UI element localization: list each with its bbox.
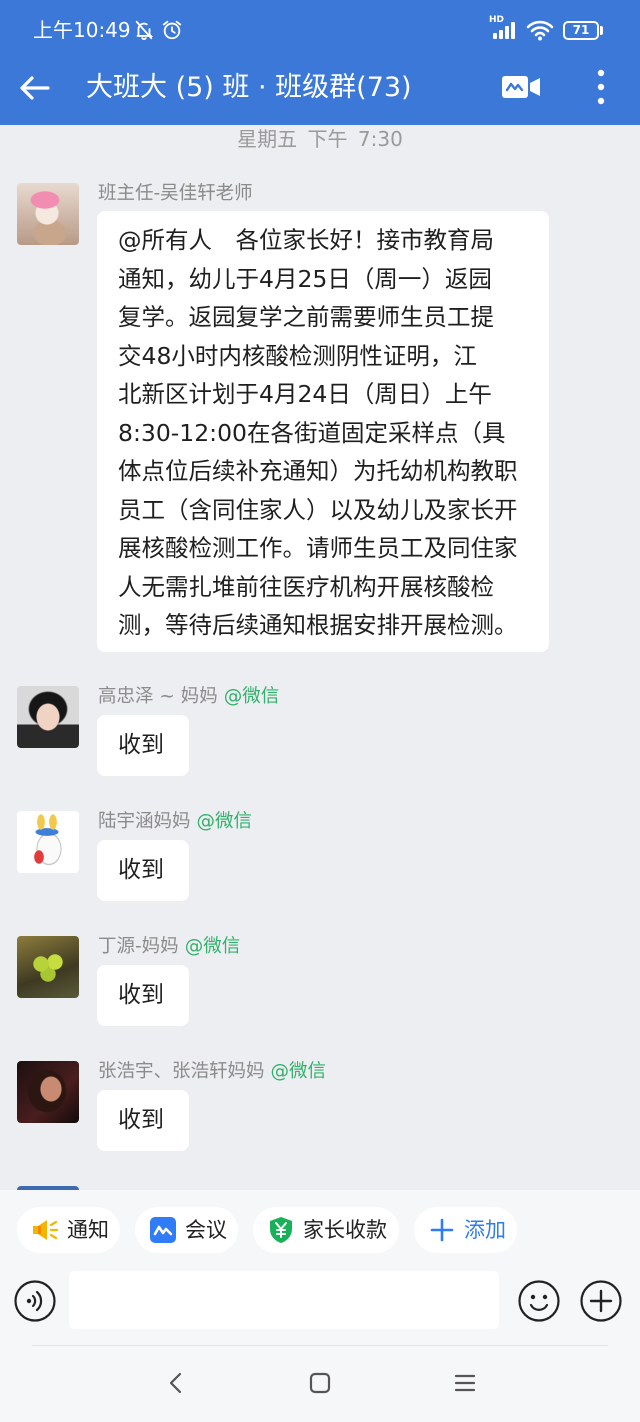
plus-icon	[428, 1216, 456, 1244]
message-bubble[interactable]: 收到	[97, 715, 189, 776]
sender-name: 班主任-吴佳轩老师	[98, 183, 253, 204]
avatar[interactable]	[17, 686, 79, 748]
sender-name-text: 陆宇涵妈妈	[98, 811, 191, 832]
wechat-source-tag: @微信	[196, 811, 253, 832]
bell-off-icon	[135, 20, 154, 41]
message-text-line: 体点位后续补充通知）为托幼机构教职	[118, 457, 518, 485]
signal-icon	[493, 22, 515, 39]
message-input[interactable]	[69, 1271, 499, 1329]
meeting-button[interactable]: 会议	[135, 1207, 238, 1253]
parent-payment-button[interactable]: 家长收款	[253, 1207, 399, 1253]
sender-name: 高忠泽 ~ 妈妈 @微信	[98, 686, 279, 708]
divider	[32, 1345, 608, 1346]
notify-button[interactable]: 通知	[17, 1207, 120, 1253]
message-text-line: 通知，幼儿于4月25日（周一）返园	[118, 264, 492, 293]
meeting-label: 会议	[185, 1218, 227, 1242]
message-text-line: 8:30-12:00在各街道固定采样点（具	[118, 418, 506, 447]
wechat-source-tag: @微信	[184, 936, 241, 957]
message-text-line: 北新区计划于4月24日（周日）上午	[118, 380, 492, 408]
avatar[interactable]	[17, 1061, 79, 1123]
more-vertical-icon[interactable]	[594, 69, 608, 105]
wifi-icon	[526, 20, 554, 41]
sender-name-text: 张浩宇、张浩轩妈妈	[98, 1061, 265, 1082]
sender-name-text: 高忠泽 ~ 妈妈	[98, 686, 218, 707]
battery-level: 71	[572, 23, 590, 37]
nav-recents-icon[interactable]	[454, 1374, 476, 1392]
sender-name-text: 丁源-妈妈	[98, 936, 179, 957]
avatar[interactable]	[17, 936, 79, 998]
megaphone-icon	[31, 1216, 59, 1244]
message-text-line: 人无需扎堆前往医疗机构开展核酸检	[118, 572, 494, 601]
message-bubble[interactable]: 收到	[97, 1090, 189, 1151]
nav-home-icon[interactable]	[309, 1372, 331, 1394]
message-text-line: 员工（含同住家人）以及幼儿及家长开	[118, 495, 518, 524]
back-arrow-icon[interactable]	[19, 74, 51, 102]
message-text-line: 测，等待后续通知根据安排开展检测。	[118, 611, 518, 639]
sender-name: 陆宇涵妈妈 @微信	[98, 811, 252, 833]
message-text-line: 展核酸检测工作。请师生员工及同住家	[118, 534, 518, 562]
wechat-source-tag: @微信	[270, 1061, 327, 1082]
chat-timestamp: 星期五 下午 7:30	[237, 127, 403, 151]
add-label: 添加	[464, 1218, 506, 1242]
message-bubble[interactable]: 收到	[97, 840, 189, 901]
alarm-icon	[162, 20, 182, 40]
payment-shield-icon	[267, 1216, 295, 1244]
emoji-icon[interactable]	[518, 1280, 560, 1322]
battery-nub	[600, 26, 603, 35]
message-text-line: @所有人 各位家长好！接市教育局	[118, 226, 494, 254]
video-call-icon[interactable]	[500, 74, 542, 100]
add-button[interactable]: 添加	[414, 1207, 517, 1253]
sender-name: 张浩宇、张浩轩妈妈 @微信	[98, 1061, 326, 1083]
sender-name: 丁源-妈妈 @微信	[98, 936, 240, 958]
bottom-panel: 通知 会议 家长收款 添加	[0, 1190, 640, 1422]
message-text-line: 复学。返园复学之前需要师生员工提	[118, 303, 494, 331]
wechat-source-tag: @微信	[223, 686, 280, 707]
chat-screen: 上午10:49 HD 71 大班大 (5) 班 · 班级群(73) 星期五 下午…	[0, 0, 640, 1422]
plus-circle-icon[interactable]	[580, 1280, 622, 1322]
page-title: 大班大 (5) 班 · 班级群(73)	[86, 72, 412, 103]
voice-input-icon[interactable]	[14, 1280, 56, 1322]
notify-label: 通知	[67, 1218, 109, 1242]
battery-icon: 71	[563, 21, 599, 40]
avatar[interactable]	[17, 183, 79, 245]
status-time: 上午10:49	[33, 18, 131, 42]
avatar[interactable]	[17, 811, 79, 873]
top-bar: 上午10:49 HD 71 大班大 (5) 班 · 班级群(73)	[0, 0, 640, 125]
message-text-line: 交48小时内核酸检测阴性证明，江	[118, 341, 477, 370]
parent-payment-label: 家长收款	[303, 1218, 387, 1242]
message-bubble[interactable]: @所有人 各位家长好！接市教育局 通知，幼儿于4月25日（周一）返园 复学。返园…	[97, 211, 549, 652]
message-bubble[interactable]: 收到	[97, 965, 189, 1026]
meeting-icon	[149, 1216, 177, 1244]
nav-back-icon[interactable]	[165, 1371, 189, 1395]
